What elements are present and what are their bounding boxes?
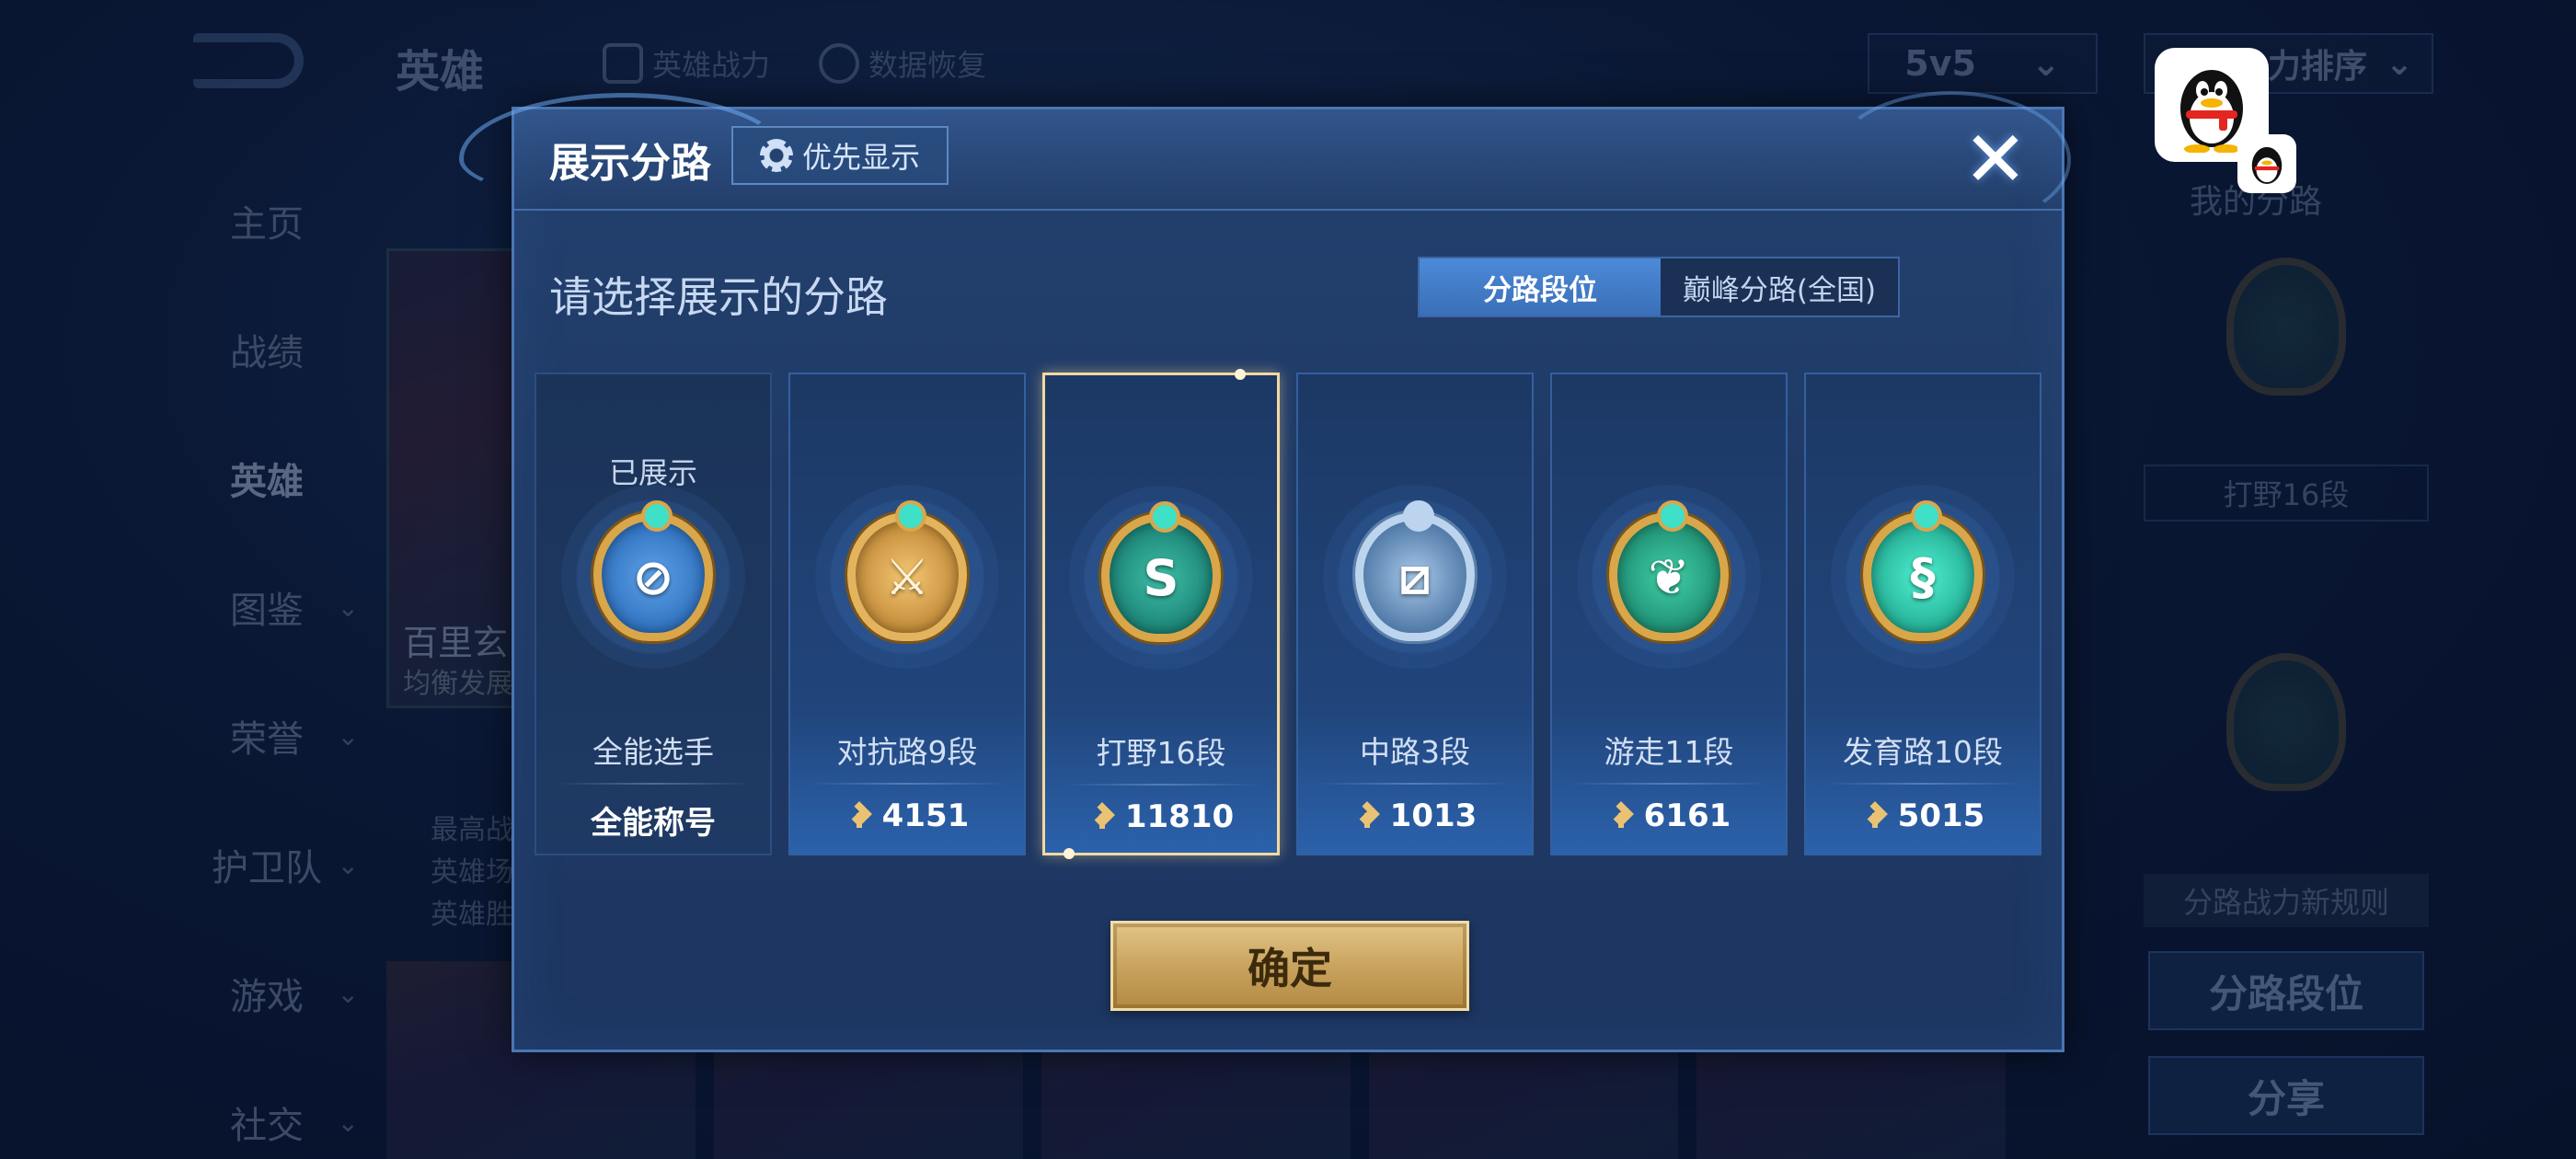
priority-display-button[interactable]: 优先显示 — [731, 126, 949, 185]
lane-name: 发育路10段 — [1843, 734, 2003, 770]
lane-card[interactable]: § 发育路10段 5015 — [1804, 373, 2041, 855]
lane-value-text: 1013 — [1389, 798, 1478, 834]
lane-card[interactable]: ❦ 游走11段 6161 — [1550, 373, 1788, 855]
emblem-glyph: ⊘ — [632, 547, 674, 606]
lane-value-text: 全能称号 — [591, 805, 716, 842]
lane-name: 对抗路9段 — [836, 734, 978, 770]
lane-card[interactable]: S 打野16段 11810 — [1042, 369, 1280, 859]
lane-value-text: 5015 — [1897, 798, 1985, 834]
lane-emblem-icon: ❦ — [1609, 500, 1729, 641]
power-points-icon — [1353, 802, 1381, 830]
lane-name: 全能选手 — [592, 734, 714, 770]
dialog-subtitle: 请选择展示的分路 — [549, 272, 888, 322]
emblem-glow: ❦ — [1577, 485, 1761, 669]
selection-corner — [1235, 369, 1246, 380]
emblem-glyph: ❦ — [1648, 547, 1690, 606]
emblem-glow: ⚔ — [815, 485, 999, 669]
priority-display-label: 优先显示 — [801, 140, 920, 175]
lane-value-text: 4151 — [881, 798, 970, 834]
emblem-glyph: ⚔ — [884, 547, 930, 606]
lane-emblem-icon: S — [1101, 501, 1221, 642]
power-points-icon — [1861, 802, 1889, 830]
lane-card[interactable]: ⚔ 对抗路9段 4151 — [788, 373, 1026, 855]
close-icon[interactable]: ✕ — [1962, 120, 2029, 198]
lane-display-dialog: 展示分路 优先显示 ✕ 请选择展示的分路 分路段位 巅峰分路(全国) 已展示 ⊘ 全… — [459, 91, 2071, 1052]
tab-peak-lane[interactable]: 巅峰分路(全国) — [1661, 258, 1898, 316]
dialog-title: 展示分路 — [549, 140, 711, 187]
lane-name: 中路3段 — [1360, 734, 1470, 770]
lane-tabs: 分路段位 巅峰分路(全国) — [1418, 257, 1900, 317]
lane-value: 6161 — [1552, 798, 1786, 834]
emblem-glow: § — [1831, 485, 2015, 669]
power-points-icon — [1088, 803, 1116, 831]
divider — [1824, 783, 2021, 785]
emblem-glow: S — [1069, 486, 1253, 670]
tab-lane-rank[interactable]: 分路段位 — [1420, 258, 1661, 316]
power-points-icon — [845, 802, 873, 830]
dialog-header: 展示分路 优先显示 ✕ — [459, 91, 2071, 229]
lane-card[interactable]: 已展示 ⊘ 全能选手 全能称号 — [535, 373, 772, 855]
lane-emblem-icon: ⊘ — [593, 500, 713, 641]
power-points-icon — [1607, 802, 1635, 830]
lane-name: 游走11段 — [1604, 734, 1734, 770]
lane-value-text: 11810 — [1124, 798, 1235, 835]
lane-value: 1013 — [1298, 798, 1532, 834]
lane-card[interactable]: ⧄ 中路3段 1013 — [1296, 373, 1534, 855]
emblem-glyph: ⧄ — [1398, 547, 1432, 605]
lane-emblem-icon: ⚔ — [847, 500, 967, 641]
lane-emblem-icon: ⧄ — [1355, 500, 1475, 641]
emblem-glow: ⊘ — [561, 485, 745, 669]
lane-value: 4151 — [790, 798, 1024, 834]
divider — [809, 783, 1006, 785]
gear-icon — [759, 139, 793, 172]
divider — [1317, 783, 1513, 785]
header-ornament — [1832, 91, 2071, 229]
confirm-button[interactable]: 确定 — [1110, 921, 1469, 1011]
emblem-glow: ⧄ — [1323, 485, 1507, 669]
qq-small-icon — [2237, 134, 2296, 193]
emblem-glyph: § — [1910, 547, 1936, 606]
lane-card-list: 已展示 ⊘ 全能选手 全能称号 ⚔ 对抗路9段 4151 S 打野16段 11810 ⧄ 中路3段 10… — [535, 369, 2041, 859]
divider — [1064, 784, 1259, 786]
lane-emblem-icon: § — [1863, 500, 1983, 641]
lane-value: 全能称号 — [536, 798, 770, 843]
selection-corner — [1064, 848, 1075, 859]
emblem-glyph: S — [1143, 548, 1179, 607]
lane-name: 打野16段 — [1096, 735, 1226, 771]
divider — [1570, 783, 1767, 785]
lane-value: 5015 — [1806, 798, 2040, 834]
lane-value: 11810 — [1045, 798, 1277, 835]
lane-value-text: 6161 — [1643, 798, 1731, 834]
divider — [555, 783, 752, 785]
